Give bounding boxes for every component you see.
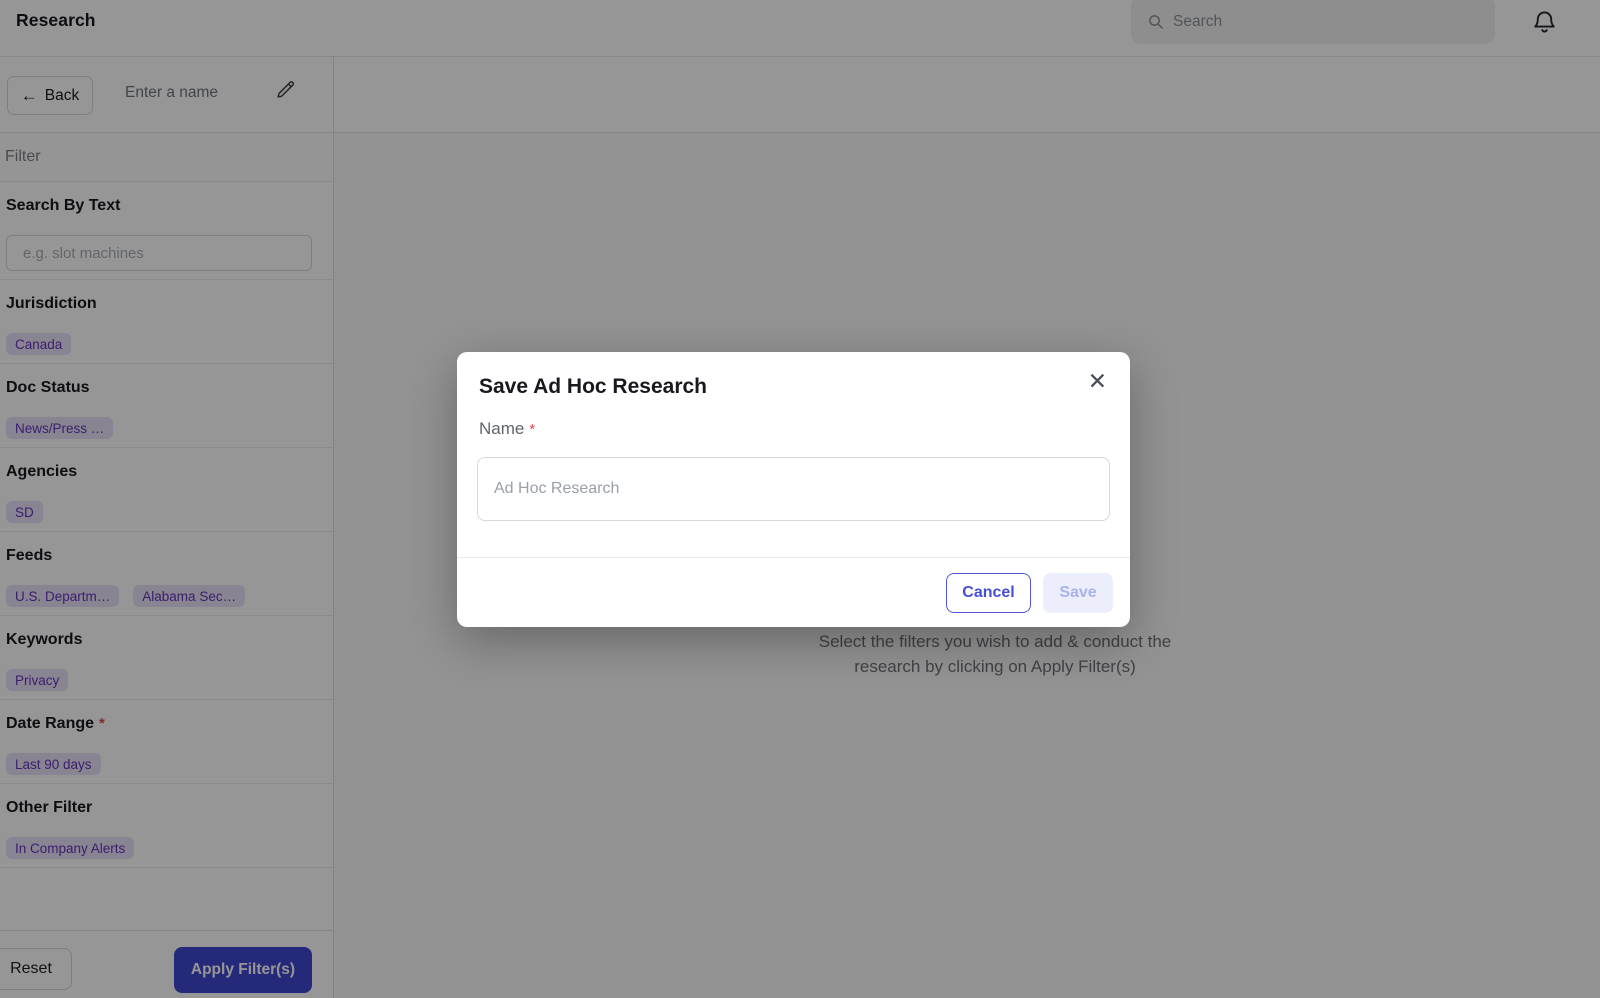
save-button[interactable]: Save bbox=[1043, 573, 1113, 613]
research-name-input[interactable] bbox=[477, 457, 1110, 521]
name-label-text: Name bbox=[479, 419, 524, 438]
required-asterisk: * bbox=[529, 421, 535, 438]
close-icon[interactable]: ✕ bbox=[1084, 366, 1111, 397]
name-field-label: Name * bbox=[479, 419, 535, 439]
cancel-button[interactable]: Cancel bbox=[946, 573, 1031, 613]
dialog-footer-divider bbox=[457, 557, 1130, 558]
dialog-actions: Cancel Save bbox=[946, 573, 1113, 613]
research-app: Research ← Back Enter a name bbox=[0, 0, 1600, 998]
save-ad-hoc-research-dialog: Save Ad Hoc Research ✕ Name * Cancel Save bbox=[457, 352, 1130, 627]
dialog-title: Save Ad Hoc Research bbox=[479, 375, 707, 399]
